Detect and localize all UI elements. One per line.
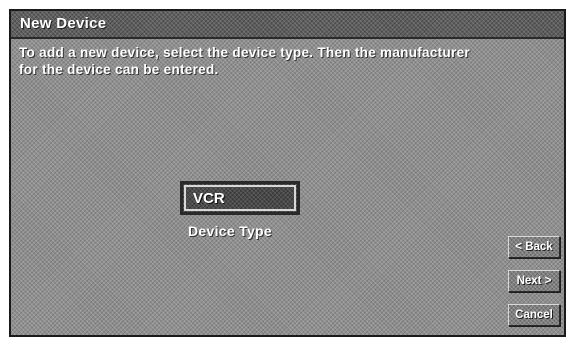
device-type-value: VCR bbox=[193, 190, 225, 207]
device-type-selector[interactable]: VCR bbox=[180, 181, 300, 215]
new-device-dialog: New Device To add a new device, select t… bbox=[9, 9, 566, 337]
dialog-title: New Device bbox=[20, 15, 107, 32]
cancel-button[interactable]: Cancel bbox=[508, 304, 560, 326]
title-bar: New Device bbox=[11, 11, 564, 39]
device-type-label: Device Type bbox=[188, 223, 272, 239]
back-button[interactable]: < Back bbox=[508, 236, 560, 258]
instructions-line-2: for the device can be entered. bbox=[19, 62, 219, 77]
next-button[interactable]: Next > bbox=[508, 270, 560, 292]
instructions-line-1: To add a new device, select the device t… bbox=[19, 45, 470, 60]
instructions-text: To add a new device, select the device t… bbox=[19, 44, 559, 78]
